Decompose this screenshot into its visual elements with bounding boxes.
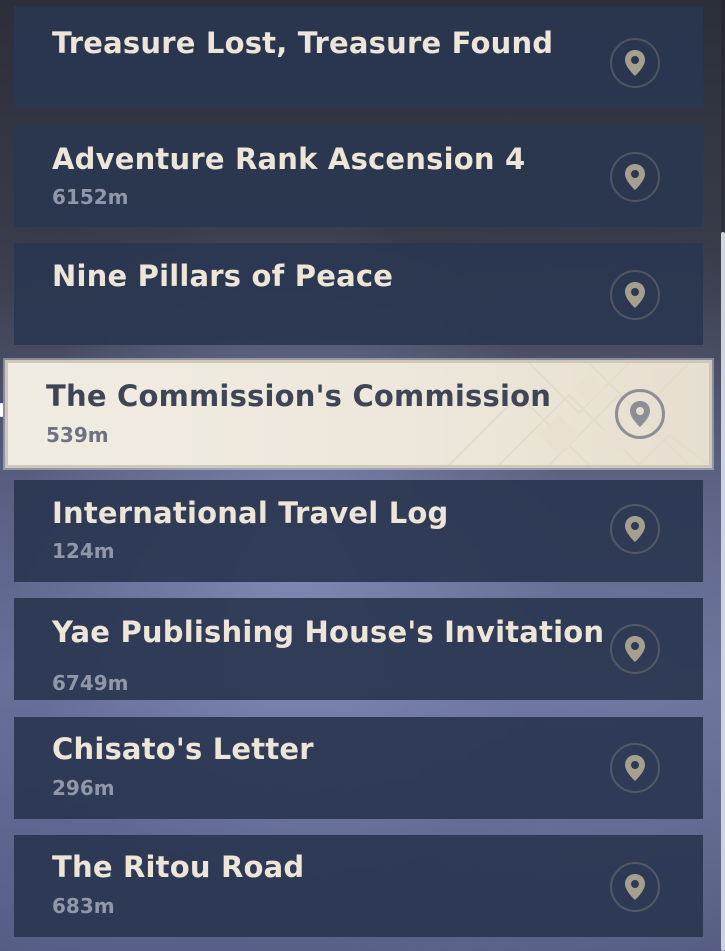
location-pin-icon [625, 874, 645, 900]
quest-distance: 539m [46, 423, 109, 447]
location-pin-icon [625, 282, 645, 308]
location-pin-icon [625, 516, 645, 542]
quest-distance: 124m [52, 539, 115, 563]
track-quest-button[interactable] [610, 38, 660, 88]
quest-row-chisatos-letter[interactable]: Chisato's Letter 296m [14, 717, 703, 819]
quest-distance: 683m [52, 894, 115, 918]
track-quest-button[interactable] [610, 624, 660, 674]
quest-title: The Ritou Road [52, 850, 305, 884]
quest-row-nine-pillars[interactable]: Nine Pillars of Peace [14, 243, 703, 345]
scrollbar-track[interactable] [721, 0, 725, 951]
quest-row-treasure-lost[interactable]: Treasure Lost, Treasure Found [14, 6, 703, 108]
quest-distance: 296m [52, 776, 115, 800]
quest-row-yae-publishing[interactable]: Yae Publishing House's Invitation 6749m [14, 598, 703, 700]
quest-title: Adventure Rank Ascension 4 [52, 142, 526, 176]
quest-title: Treasure Lost, Treasure Found [52, 26, 554, 60]
track-quest-button[interactable] [610, 743, 660, 793]
track-quest-button[interactable] [610, 270, 660, 320]
scrollbar-thumb[interactable] [721, 232, 725, 951]
quest-title: International Travel Log [52, 496, 449, 530]
quest-row-ritou-road[interactable]: The Ritou Road 683m [14, 835, 703, 937]
location-pin-icon [625, 755, 645, 781]
quest-distance: 6152m [52, 185, 129, 209]
track-quest-button[interactable] [615, 389, 665, 439]
quest-title: Nine Pillars of Peace [52, 259, 394, 293]
quest-row-international-travel-log[interactable]: International Travel Log 124m [14, 480, 703, 582]
quest-row-commissions-commission[interactable]: The Commission's Commission 539m [5, 360, 712, 468]
track-quest-button[interactable] [610, 504, 660, 554]
location-pin-icon [625, 50, 645, 76]
quest-distance: 6749m [52, 671, 129, 695]
location-pin-icon [630, 401, 650, 427]
location-pin-icon [625, 164, 645, 190]
quest-title: The Commission's Commission [46, 379, 552, 413]
quest-row-adventure-rank[interactable]: Adventure Rank Ascension 4 6152m [14, 125, 703, 227]
selection-indicator [0, 403, 3, 417]
track-quest-button[interactable] [610, 862, 660, 912]
quest-title: Chisato's Letter [52, 732, 314, 766]
track-quest-button[interactable] [610, 152, 660, 202]
location-pin-icon [625, 636, 645, 662]
quest-title: Yae Publishing House's Invitation [52, 615, 605, 649]
quest-list: Treasure Lost, Treasure Found Adventure … [0, 0, 725, 951]
